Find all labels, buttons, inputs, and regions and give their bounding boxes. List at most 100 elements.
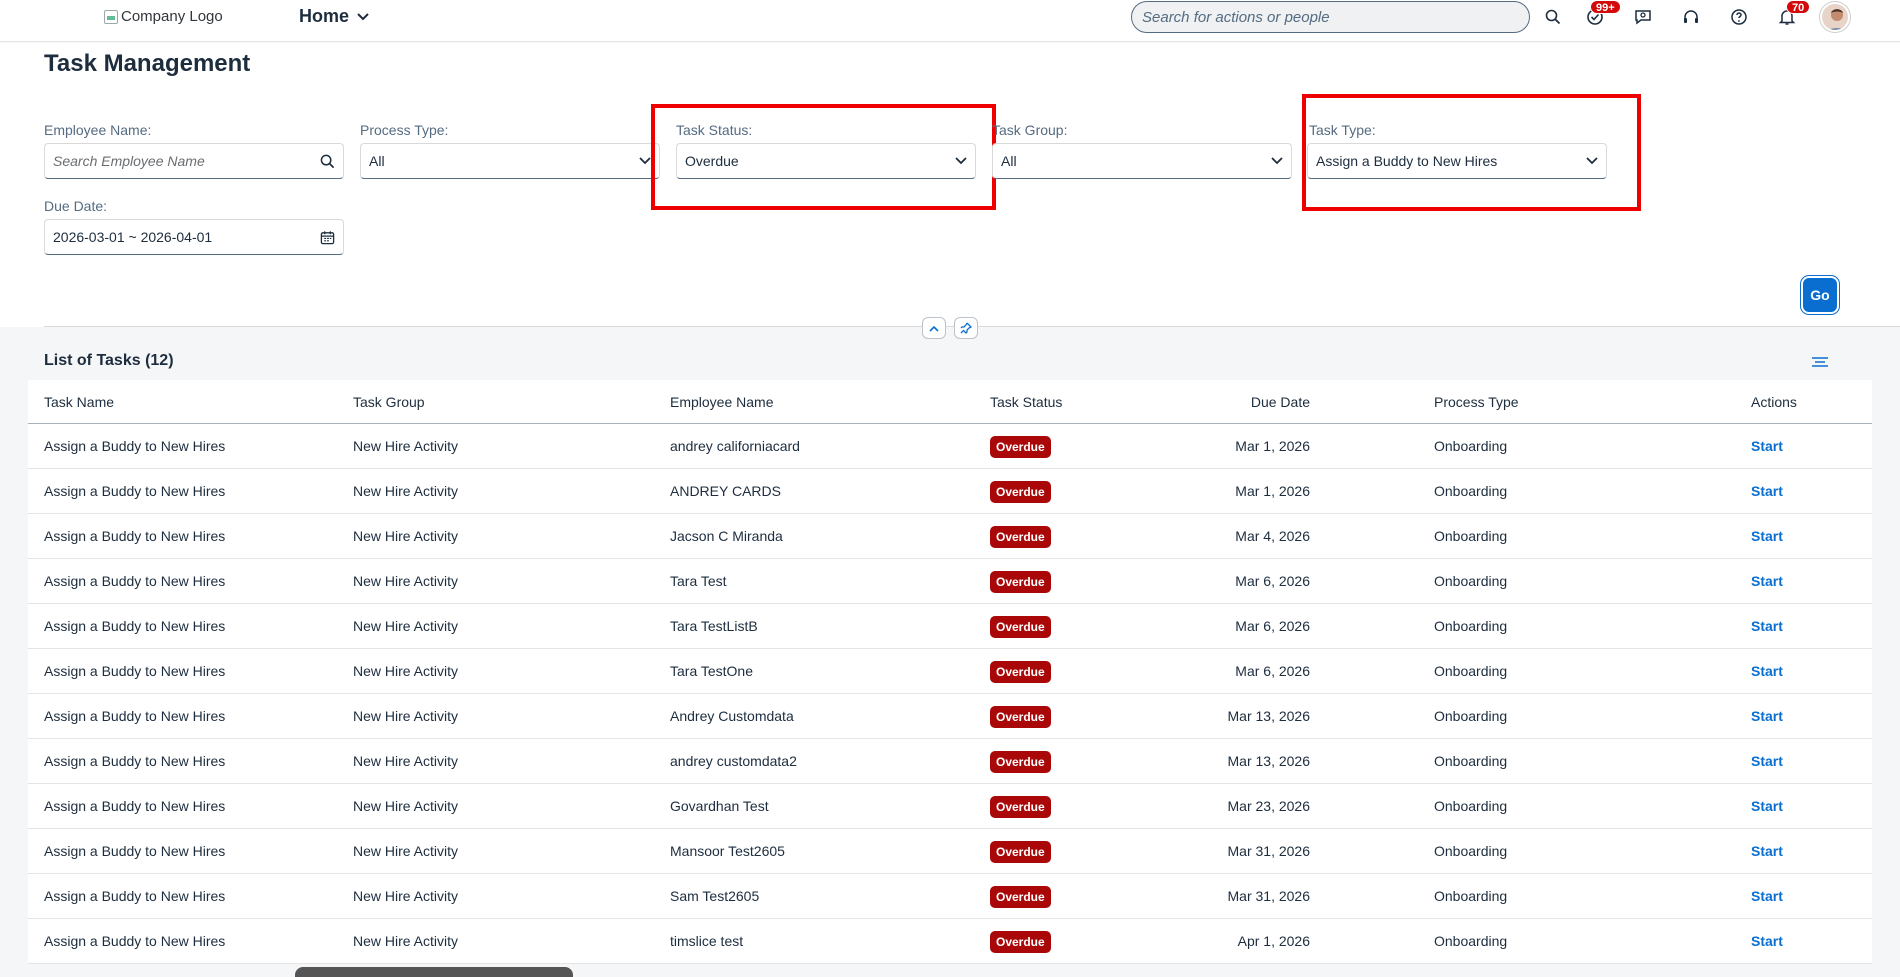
table-row[interactable]: Assign a Buddy to New Hires New Hire Acti…	[28, 559, 1872, 604]
due-date-value: 2026-03-01 ~ 2026-04-01	[53, 229, 213, 245]
table-row[interactable]: Assign a Buddy to New Hires New Hire Acti…	[28, 829, 1872, 874]
status-badge: Overdue	[990, 616, 1051, 638]
home-menu[interactable]: Home	[299, 6, 369, 27]
start-button[interactable]: Start	[1751, 528, 1783, 544]
employee-name-search-input[interactable]: Search Employee Name	[44, 143, 344, 179]
cell-task-group: New Hire Activity	[353, 753, 459, 769]
cell-due-date: Mar 13, 2026	[1227, 708, 1311, 724]
table-row[interactable]: Assign a Buddy to New Hires New Hire Acti…	[28, 424, 1872, 469]
search-icon[interactable]	[1540, 4, 1566, 30]
headset-icon[interactable]	[1678, 4, 1704, 30]
pin-header-button[interactable]	[954, 317, 978, 339]
status-badge: Overdue	[990, 931, 1051, 953]
table-row[interactable]: Assign a Buddy to New Hires New Hire Acti…	[28, 784, 1872, 829]
logo-alt-text: Company Logo	[121, 8, 223, 25]
cell-process-type: Onboarding	[1434, 618, 1508, 634]
cell-task-name: Assign a Buddy to New Hires	[44, 618, 226, 634]
cell-due-date: Mar 31, 2026	[1227, 888, 1311, 904]
tasks-table: Task Name Task Group Employee Name Task …	[28, 380, 1872, 964]
task-group-select[interactable]: All	[992, 143, 1292, 179]
cell-employee-name: Govardhan Test	[670, 798, 769, 814]
cell-task-status: Overdue	[990, 436, 1051, 458]
status-badge: Overdue	[990, 481, 1051, 503]
help-icon[interactable]	[1726, 4, 1752, 30]
chevron-down-icon	[639, 157, 651, 165]
calendar-icon[interactable]	[320, 230, 335, 245]
start-button[interactable]: Start	[1751, 753, 1783, 769]
column-header-task-group[interactable]: Task Group	[353, 394, 425, 410]
start-button[interactable]: Start	[1751, 708, 1783, 724]
column-header-employee-name[interactable]: Employee Name	[670, 394, 774, 410]
start-button[interactable]: Start	[1751, 483, 1783, 499]
todo-icon[interactable]: 99+	[1582, 0, 1621, 30]
start-button[interactable]: Start	[1751, 843, 1783, 859]
table-row[interactable]: Assign a Buddy to New Hires New Hire Acti…	[28, 514, 1872, 559]
start-button[interactable]: Start	[1751, 798, 1783, 814]
column-header-process-type[interactable]: Process Type	[1434, 394, 1519, 410]
start-button[interactable]: Start	[1751, 618, 1783, 634]
process-type-label: Process Type:	[360, 122, 449, 138]
table-settings-icon[interactable]	[1809, 352, 1831, 370]
column-header-task-name[interactable]: Task Name	[44, 394, 114, 410]
start-button[interactable]: Start	[1751, 663, 1783, 679]
cell-employee-name: Tara Test	[670, 573, 727, 589]
table-row[interactable]: Assign a Buddy to New Hires New Hire Acti…	[28, 739, 1872, 784]
cell-task-status: Overdue	[990, 481, 1051, 503]
cell-task-group: New Hire Activity	[353, 843, 459, 859]
list-title: List of Tasks (12)	[44, 352, 174, 369]
cell-task-status: Overdue	[990, 661, 1051, 683]
cell-task-group: New Hire Activity	[353, 438, 459, 454]
search-icon[interactable]	[320, 154, 335, 169]
cell-due-date: Mar 6, 2026	[1235, 573, 1310, 589]
cell-process-type: Onboarding	[1434, 753, 1508, 769]
cell-employee-name: andrey customdata2	[670, 753, 797, 769]
cell-task-group: New Hire Activity	[353, 573, 459, 589]
page-title: Task Management	[44, 50, 251, 77]
cell-task-group: New Hire Activity	[353, 528, 459, 544]
column-header-task-status[interactable]: Task Status	[990, 394, 1062, 410]
cell-due-date: Apr 1, 2026	[1237, 933, 1310, 949]
chevron-down-icon	[357, 12, 369, 20]
avatar[interactable]	[1820, 2, 1850, 32]
company-logo[interactable]: Company Logo	[104, 8, 223, 25]
shell-search-placeholder: Search for actions or people	[1142, 8, 1330, 26]
cell-due-date: Mar 31, 2026	[1227, 843, 1311, 859]
status-badge: Overdue	[990, 571, 1051, 593]
cell-task-group: New Hire Activity	[353, 798, 459, 814]
cell-task-status: Overdue	[990, 751, 1051, 773]
cell-task-group: New Hire Activity	[353, 663, 459, 679]
table-row[interactable]: Assign a Buddy to New Hires New Hire Acti…	[28, 469, 1872, 514]
start-button[interactable]: Start	[1751, 438, 1783, 454]
table-row[interactable]: Assign a Buddy to New Hires New Hire Acti…	[28, 604, 1872, 649]
cell-process-type: Onboarding	[1434, 708, 1508, 724]
start-button[interactable]: Start	[1751, 933, 1783, 949]
home-label: Home	[299, 6, 350, 26]
highlight-box-task-type	[1302, 94, 1641, 211]
cell-task-name: Assign a Buddy to New Hires	[44, 483, 226, 499]
go-button[interactable]: Go	[1803, 278, 1837, 312]
status-badge: Overdue	[990, 751, 1051, 773]
collapse-header-button[interactable]	[922, 317, 946, 339]
table-row[interactable]: Assign a Buddy to New Hires New Hire Acti…	[28, 694, 1872, 739]
process-type-select[interactable]: All	[360, 143, 660, 179]
shell-search-input[interactable]: Search for actions or people	[1131, 1, 1530, 33]
coach-icon[interactable]	[1630, 4, 1656, 30]
cell-due-date: Mar 4, 2026	[1235, 528, 1310, 544]
start-button[interactable]: Start	[1751, 888, 1783, 904]
cell-task-name: Assign a Buddy to New Hires	[44, 753, 226, 769]
cell-task-status: Overdue	[990, 841, 1051, 863]
cell-employee-name: Mansoor Test2605	[670, 843, 785, 859]
column-header-due-date[interactable]: Due Date	[1251, 394, 1310, 410]
cell-process-type: Onboarding	[1434, 843, 1508, 859]
table-row[interactable]: Assign a Buddy to New Hires New Hire Acti…	[28, 919, 1872, 964]
bell-icon[interactable]: 70	[1774, 0, 1811, 30]
cell-process-type: Onboarding	[1434, 888, 1508, 904]
cell-task-name: Assign a Buddy to New Hires	[44, 528, 226, 544]
start-button[interactable]: Start	[1751, 573, 1783, 589]
table-row[interactable]: Assign a Buddy to New Hires New Hire Acti…	[28, 874, 1872, 919]
table-body: Assign a Buddy to New Hires New Hire Acti…	[28, 424, 1872, 964]
cell-employee-name: Tara TestOne	[670, 663, 754, 679]
due-date-range-input[interactable]: 2026-03-01 ~ 2026-04-01	[44, 219, 344, 255]
table-row[interactable]: Assign a Buddy to New Hires New Hire Acti…	[28, 649, 1872, 694]
cell-employee-name: Jacson C Miranda	[670, 528, 783, 544]
